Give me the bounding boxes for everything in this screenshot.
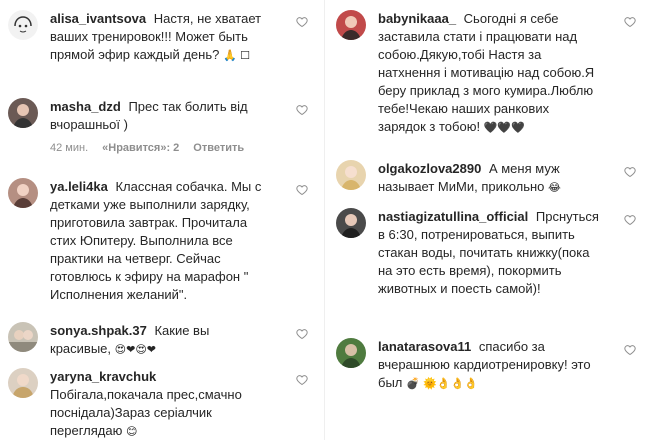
heart-icon[interactable] xyxy=(296,104,308,116)
comment-text: nastiagizatullina_official Прснуться в 6… xyxy=(378,208,600,298)
comment-emoji: 🖤🖤🖤 xyxy=(483,121,525,134)
comment-emoji: 😊 xyxy=(126,425,138,438)
comment-text: masha_dzd Прес так болить від вчорашньої… xyxy=(50,98,272,134)
heart-icon[interactable] xyxy=(296,16,308,28)
avatar[interactable] xyxy=(8,98,38,128)
column-divider xyxy=(324,0,325,440)
comment-item: yaryna_kravchuk Побігала,покачала прес,с… xyxy=(8,368,308,438)
comment-body: Побігала,покачала прес,смачно поснідала)… xyxy=(50,387,242,438)
heart-icon[interactable] xyxy=(296,184,308,196)
comment-emoji: 😂 xyxy=(548,181,561,194)
comment-username[interactable]: nastiagizatullina_official xyxy=(378,209,528,224)
comment-text: yaryna_kravchuk Побігала,покачала прес,с… xyxy=(50,368,272,441)
comment-body: Сьогодні я себе заставила стати і працюв… xyxy=(378,11,595,134)
comment-text: babynikaaa_ Сьогодні я себе заставила ст… xyxy=(378,10,600,137)
comment-text: lanatarasova11 спасибо за вчерашнюю кард… xyxy=(378,338,600,393)
heart-icon[interactable] xyxy=(624,166,636,178)
comment-item: olgakozlova2890 А меня муж называет МиМи… xyxy=(336,160,636,200)
avatar[interactable] xyxy=(8,368,38,398)
comment-username[interactable]: lanatarasova11 xyxy=(378,339,471,354)
reply-button[interactable]: Ответить xyxy=(193,142,244,154)
comment-username[interactable]: masha_dzd xyxy=(50,99,121,114)
comment-username[interactable]: babynikaaa_ xyxy=(378,11,456,26)
right-column: babynikaaa_ Сьогодні я себе заставила ст… xyxy=(328,0,650,440)
avatar[interactable] xyxy=(336,160,366,190)
comment-item: masha_dzd Прес так болить від вчорашньої… xyxy=(8,98,308,158)
comment-emoji: 🙏 ☐ xyxy=(222,49,251,62)
heart-icon[interactable] xyxy=(296,374,308,386)
heart-icon[interactable] xyxy=(624,344,636,356)
comment-item: babynikaaa_ Сьогодні я себе заставила ст… xyxy=(336,10,636,150)
comment-text: alisa_ivantsova Настя, не хватает ваших … xyxy=(50,10,272,65)
comment-emoji: 💣 🌞👌👌👌 xyxy=(406,377,478,390)
comment-time: 42 мин. xyxy=(50,142,89,154)
comment-item: lanatarasova11 спасибо за вчерашнюю кард… xyxy=(336,338,636,408)
likes-count[interactable]: «Нравится»: 2 xyxy=(102,142,179,154)
avatar[interactable] xyxy=(8,10,38,40)
comment-item: alisa_ivantsova Настя, не хватает ваших … xyxy=(8,10,308,80)
heart-icon[interactable] xyxy=(624,214,636,226)
comment-item: sonya.shpak.37 Какие вы красивые, 😍❤😍❤ xyxy=(8,322,308,362)
comment-item: nastiagizatullina_official Прснуться в 6… xyxy=(336,208,636,328)
avatar[interactable] xyxy=(8,322,38,352)
avatar[interactable] xyxy=(336,10,366,40)
avatar[interactable] xyxy=(8,178,38,208)
comment-body: Классная собачка. Мы с детками уже выпол… xyxy=(50,179,262,302)
heart-icon[interactable] xyxy=(624,16,636,28)
comment-username[interactable]: olgakozlova2890 xyxy=(378,161,481,176)
heart-icon[interactable] xyxy=(296,328,308,340)
comment-item: ya.leli4ka Классная собачка. Мы с деткам… xyxy=(8,178,308,308)
comment-meta: 42 мин. «Нравится»: 2 Ответить xyxy=(50,142,244,154)
comment-username[interactable]: ya.leli4ka xyxy=(50,179,108,194)
comment-text: ya.leli4ka Классная собачка. Мы с деткам… xyxy=(50,178,272,304)
comment-username[interactable]: sonya.shpak.37 xyxy=(50,323,147,338)
comment-emoji: 😍❤😍❤ xyxy=(114,343,157,356)
comment-text: sonya.shpak.37 Какие вы красивые, 😍❤😍❤ xyxy=(50,322,272,359)
avatar[interactable] xyxy=(336,338,366,368)
comment-text: olgakozlova2890 А меня муж называет МиМи… xyxy=(378,160,600,197)
comment-username[interactable]: alisa_ivantsova xyxy=(50,11,146,26)
left-column: alisa_ivantsova Настя, не хватает ваших … xyxy=(0,0,322,440)
avatar[interactable] xyxy=(336,208,366,238)
comment-username[interactable]: yaryna_kravchuk xyxy=(50,369,156,384)
